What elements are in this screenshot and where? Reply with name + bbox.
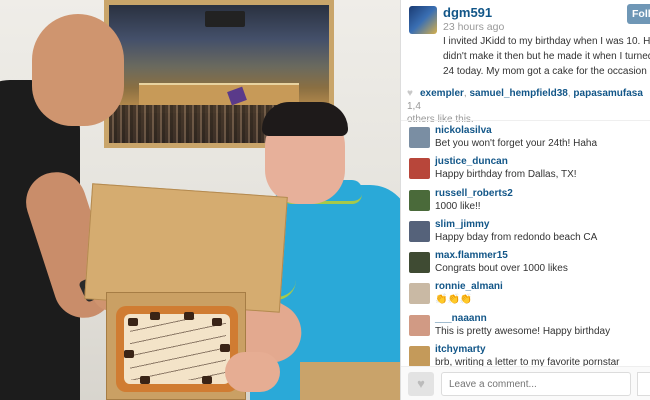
comment-text: 👏👏👏 [435, 294, 473, 306]
commenter-avatar[interactable] [409, 220, 430, 242]
comment-input[interactable] [441, 372, 631, 396]
comment-text: Bet you won't forget your 24th! Haha [435, 138, 598, 149]
heart-icon: ♥ [417, 376, 425, 391]
comment-item: russell_roberts2 1000 like!! [401, 187, 650, 218]
comment-item: slim_jimmy Happy bday from redondo beach… [401, 218, 650, 249]
comment-text: This is pretty awesome! Happy birthday [435, 325, 611, 337]
post-timestamp[interactable]: 23 hours ago [443, 21, 504, 33]
comment-text: 1000 like!! [435, 200, 481, 212]
post-photo[interactable] [0, 0, 400, 400]
commenter-username[interactable]: russell_roberts2 [435, 188, 513, 199]
commenter-username[interactable]: itchymarty [435, 344, 486, 355]
commenter-username[interactable]: slim_jimmy [435, 219, 489, 230]
follow-button[interactable]: Follow [627, 4, 650, 24]
commenter-avatar[interactable] [409, 158, 430, 180]
comment-item: ronnie_almani 👏👏👏 [401, 280, 650, 311]
commenter-username[interactable]: justice_duncan [435, 156, 508, 167]
commenter-avatar[interactable] [409, 314, 430, 336]
comment-text: Happy bday from redondo beach CA [435, 231, 598, 243]
commenter-avatar[interactable] [409, 252, 430, 274]
comment-item: max.flammer15 Congrats bout over 1000 li… [401, 249, 650, 280]
commenter-username[interactable]: ronnie_almani [435, 281, 503, 292]
divider [401, 120, 650, 121]
post-username[interactable]: dgm591 [443, 5, 492, 20]
commenter-avatar[interactable] [409, 346, 430, 368]
comment-text: Happy birthday from Dallas, TX! [435, 169, 577, 181]
commenter-avatar[interactable] [409, 127, 430, 148]
comment-item: justice_duncan Happy birthday from Dalla… [401, 155, 650, 186]
commenter-username[interactable]: max.flammer15 [435, 250, 508, 261]
like-button[interactable]: ♥ [408, 372, 434, 396]
comment-item: itchymarty brb, writing a letter to my f… [401, 343, 650, 368]
comments-list: nickolasilva Bet you won't forget your 2… [401, 124, 650, 368]
comment-item: ___naaann This is pretty awesome! Happy … [401, 312, 650, 343]
heart-icon: ♥ [407, 88, 413, 99]
post-header: dgm591 23 hours ago Follow I invited JKi… [401, 0, 650, 82]
more-options-button[interactable] [637, 372, 650, 396]
likes-count[interactable]: 1,4 [407, 101, 421, 112]
comment-text: Congrats bout over 1000 likes [435, 263, 568, 275]
commenter-avatar[interactable] [409, 189, 430, 211]
post-caption: I invited JKidd to my birthday when I wa… [443, 36, 650, 77]
post-sidebar: dgm591 23 hours ago Follow I invited JKi… [400, 0, 650, 400]
user-avatar[interactable] [409, 6, 437, 34]
liker-link[interactable]: exempler [420, 88, 464, 99]
commenter-username[interactable]: ___naaann [435, 313, 487, 324]
liker-link[interactable]: samuel_hempfield38 [469, 88, 567, 99]
commenter-avatar[interactable] [409, 283, 430, 305]
comment-footer: ♥ [401, 366, 650, 400]
liker-link[interactable]: papasamufasa [573, 88, 642, 99]
commenter-username[interactable]: nickolasilva [435, 125, 492, 136]
comment-item: nickolasilva Bet you won't forget your 2… [401, 124, 650, 155]
